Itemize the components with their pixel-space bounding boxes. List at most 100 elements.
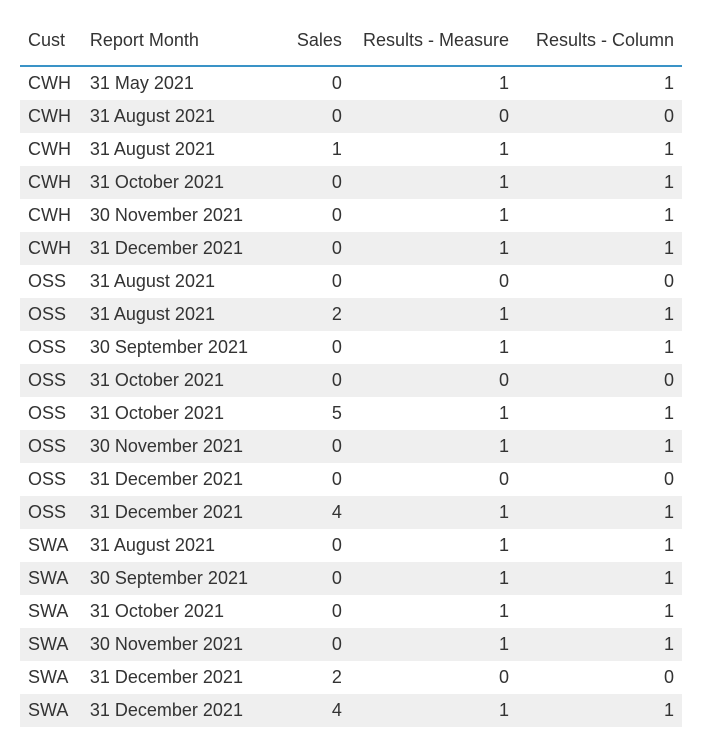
data-table: Cust Report Month Sales Results - Measur…: [20, 20, 682, 727]
header-report-month[interactable]: Report Month: [82, 20, 278, 66]
cell-sales: 5: [278, 397, 350, 430]
cell-results-measure: 1: [350, 430, 517, 463]
cell-results-measure: 1: [350, 166, 517, 199]
cell-sales: 0: [278, 430, 350, 463]
table-row[interactable]: OSS31 August 2021000: [20, 265, 682, 298]
cell-report-month: 31 May 2021: [82, 66, 278, 100]
table-row[interactable]: SWA30 November 2021011: [20, 628, 682, 661]
cell-results-column: 1: [517, 166, 682, 199]
table-row[interactable]: CWH31 August 2021111: [20, 133, 682, 166]
cell-cust: CWH: [20, 133, 82, 166]
cell-sales: 0: [278, 66, 350, 100]
table-row[interactable]: CWH31 December 2021011: [20, 232, 682, 265]
cell-report-month: 31 December 2021: [82, 232, 278, 265]
header-cust[interactable]: Cust: [20, 20, 82, 66]
cell-results-measure: 1: [350, 397, 517, 430]
cell-results-column: 1: [517, 529, 682, 562]
table-row[interactable]: SWA30 September 2021011: [20, 562, 682, 595]
table-row[interactable]: OSS30 September 2021011: [20, 331, 682, 364]
cell-cust: OSS: [20, 463, 82, 496]
table-row[interactable]: OSS31 October 2021511: [20, 397, 682, 430]
cell-report-month: 30 November 2021: [82, 430, 278, 463]
cell-results-column: 0: [517, 364, 682, 397]
cell-results-column: 1: [517, 331, 682, 364]
cell-results-column: 0: [517, 661, 682, 694]
cell-results-column: 1: [517, 298, 682, 331]
cell-cust: OSS: [20, 331, 82, 364]
cell-report-month: 31 August 2021: [82, 133, 278, 166]
cell-cust: OSS: [20, 496, 82, 529]
cell-results-column: 0: [517, 100, 682, 133]
cell-report-month: 31 December 2021: [82, 661, 278, 694]
cell-report-month: 31 October 2021: [82, 595, 278, 628]
cell-cust: OSS: [20, 430, 82, 463]
header-sales[interactable]: Sales: [278, 20, 350, 66]
cell-report-month: 31 August 2021: [82, 265, 278, 298]
cell-results-column: 0: [517, 265, 682, 298]
table-body: CWH31 May 2021011CWH31 August 2021000CWH…: [20, 66, 682, 727]
cell-sales: 0: [278, 595, 350, 628]
cell-report-month: 31 October 2021: [82, 397, 278, 430]
table-row[interactable]: CWH31 May 2021011: [20, 66, 682, 100]
cell-results-measure: 1: [350, 628, 517, 661]
cell-cust: SWA: [20, 529, 82, 562]
cell-report-month: 31 August 2021: [82, 529, 278, 562]
cell-results-measure: 0: [350, 661, 517, 694]
table-row[interactable]: CWH30 November 2021011: [20, 199, 682, 232]
cell-report-month: 31 October 2021: [82, 166, 278, 199]
cell-results-measure: 1: [350, 595, 517, 628]
header-results-measure[interactable]: Results - Measure: [350, 20, 517, 66]
cell-report-month: 30 September 2021: [82, 331, 278, 364]
table-row[interactable]: SWA31 December 2021200: [20, 661, 682, 694]
cell-results-column: 1: [517, 199, 682, 232]
cell-sales: 0: [278, 562, 350, 595]
cell-sales: 0: [278, 529, 350, 562]
cell-results-column: 1: [517, 133, 682, 166]
table-row[interactable]: SWA31 August 2021011: [20, 529, 682, 562]
cell-sales: 0: [278, 463, 350, 496]
table-row[interactable]: OSS31 December 2021000: [20, 463, 682, 496]
cell-results-measure: 0: [350, 364, 517, 397]
cell-cust: OSS: [20, 397, 82, 430]
table-row[interactable]: CWH31 October 2021011: [20, 166, 682, 199]
cell-cust: SWA: [20, 562, 82, 595]
cell-sales: 0: [278, 166, 350, 199]
table-row[interactable]: OSS31 December 2021411: [20, 496, 682, 529]
cell-sales: 0: [278, 232, 350, 265]
cell-results-measure: 1: [350, 694, 517, 727]
cell-sales: 0: [278, 100, 350, 133]
cell-cust: OSS: [20, 298, 82, 331]
cell-results-measure: 0: [350, 265, 517, 298]
cell-cust: CWH: [20, 100, 82, 133]
cell-results-measure: 1: [350, 331, 517, 364]
cell-report-month: 31 August 2021: [82, 100, 278, 133]
cell-results-measure: 1: [350, 66, 517, 100]
table-header-row: Cust Report Month Sales Results - Measur…: [20, 20, 682, 66]
cell-results-column: 1: [517, 232, 682, 265]
cell-results-column: 1: [517, 562, 682, 595]
cell-results-measure: 0: [350, 100, 517, 133]
table-row[interactable]: SWA31 December 2021411: [20, 694, 682, 727]
cell-results-column: 1: [517, 595, 682, 628]
cell-results-measure: 1: [350, 496, 517, 529]
cell-cust: CWH: [20, 232, 82, 265]
cell-cust: OSS: [20, 364, 82, 397]
cell-results-column: 1: [517, 430, 682, 463]
table-row[interactable]: OSS30 November 2021011: [20, 430, 682, 463]
cell-report-month: 31 August 2021: [82, 298, 278, 331]
table-row[interactable]: OSS31 October 2021000: [20, 364, 682, 397]
table-row[interactable]: OSS31 August 2021211: [20, 298, 682, 331]
table-row[interactable]: CWH31 August 2021000: [20, 100, 682, 133]
cell-results-measure: 1: [350, 298, 517, 331]
cell-cust: OSS: [20, 265, 82, 298]
cell-results-measure: 1: [350, 562, 517, 595]
header-results-column[interactable]: Results - Column: [517, 20, 682, 66]
table-row[interactable]: SWA31 October 2021011: [20, 595, 682, 628]
cell-cust: SWA: [20, 628, 82, 661]
cell-cust: SWA: [20, 595, 82, 628]
cell-results-measure: 1: [350, 199, 517, 232]
cell-cust: CWH: [20, 66, 82, 100]
cell-results-column: 1: [517, 496, 682, 529]
cell-sales: 0: [278, 265, 350, 298]
cell-results-measure: 1: [350, 529, 517, 562]
